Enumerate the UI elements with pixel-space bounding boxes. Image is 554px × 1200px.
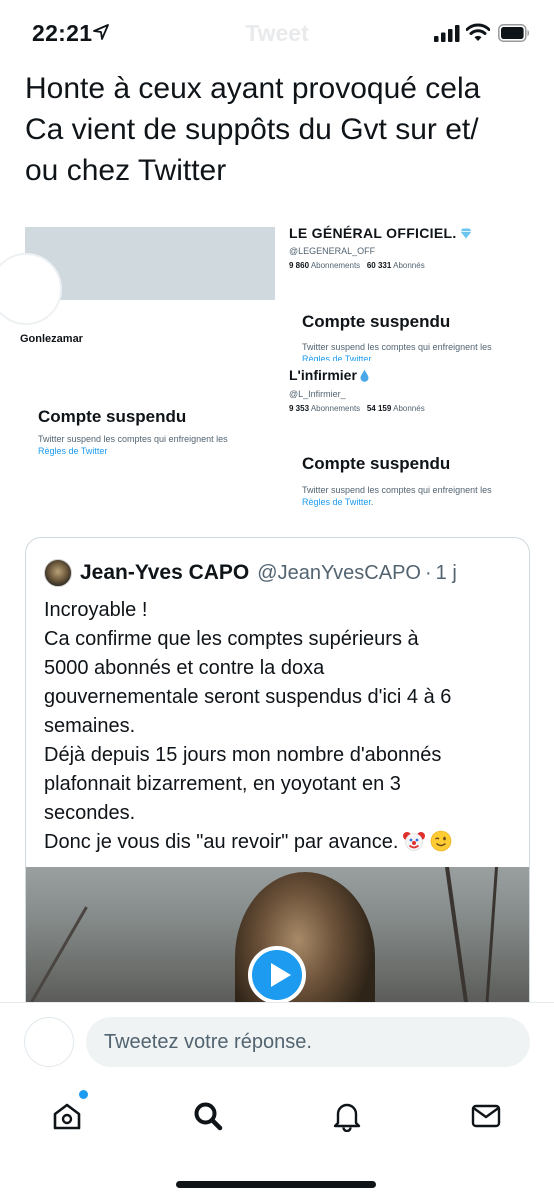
suspended-end-3: .	[370, 497, 374, 507]
winking-face-icon	[431, 830, 452, 852]
quote-line: Déjà depuis 15 jours mon nombre d'abonné…	[44, 744, 442, 766]
suspended-end-1: .	[370, 354, 374, 361]
clown-face-icon	[403, 832, 426, 851]
quote-line: plafonnait bizarrement, en yoyotant en 3	[44, 773, 401, 795]
general-name-text: LE GÉNÉRAL OFFICIEL.	[289, 225, 457, 241]
home-notification-dot	[79, 1090, 88, 1099]
collage-left-handle: Gonlezamar	[20, 333, 83, 345]
droplet-icon	[360, 369, 369, 382]
infirmier-following-count: 9 353	[289, 404, 310, 413]
infirmier-following-label: Abonnements	[310, 404, 361, 413]
play-icon[interactable]	[248, 946, 306, 1004]
general-followers-label: Abonnés	[393, 261, 425, 270]
bottom-tab-bar	[0, 1082, 554, 1200]
battery-icon	[498, 24, 529, 42]
quoted-author-handle[interactable]: @JeanYvesCAPO	[257, 562, 421, 585]
suspended-text-2: Twitter suspend les comptes qui enfreign…	[38, 434, 228, 444]
infirmier-name-text: L'infirmier	[289, 367, 357, 383]
quoted-tweet-header: Jean-Yves CAPO @JeanYvesCAPO · 1 j	[44, 558, 457, 588]
my-avatar[interactable]	[24, 1017, 74, 1067]
quote-line: Ca confirme que les comptes supérieurs à	[44, 628, 419, 650]
suspended-body-2: Twitter suspend les comptes qui enfreign…	[38, 433, 258, 457]
suspended-text-3: Twitter suspend les comptes qui enfreign…	[302, 485, 492, 495]
home-icon	[53, 1103, 81, 1130]
quoted-author-name[interactable]: Jean-Yves CAPO	[80, 561, 249, 585]
quoted-tweet-text: Incroyable ! Ca confirme que les comptes…	[44, 596, 516, 857]
twitter-rules-link-1: Règles de Twitter	[302, 354, 371, 361]
profile-banner	[25, 227, 275, 300]
twitter-rules-link-3: Règles de Twitter	[302, 497, 371, 507]
quote-last-line: Donc je vous dis "au revoir" par avance.	[44, 828, 516, 857]
messages-envelope-icon	[471, 1104, 501, 1128]
header-separator: ·	[424, 561, 432, 584]
infirmier-followers-count: 54 159	[366, 404, 392, 413]
tab-messages[interactable]	[466, 1096, 506, 1136]
notifications-bell-icon	[333, 1103, 361, 1133]
tweet-text: Honte à ceux ayant provoqué cela Ca vien…	[25, 72, 481, 187]
quote-line: 5000 abonnés et contre la doxa	[44, 657, 325, 679]
infirmier-followers-label: Abonnés	[393, 404, 425, 413]
infirmier-stats: 9 353 Abonnements 54 159 Abonnés	[289, 404, 425, 413]
home-indicator	[176, 1181, 376, 1188]
suspended-title-3: Compte suspendu	[302, 454, 451, 473]
general-stats: 9 860 Abonnements 60 331 Abonnés	[289, 261, 425, 270]
quote-line: gouvernementale seront suspendus d'ici 4…	[44, 686, 452, 708]
general-followers-count: 60 331	[366, 261, 392, 270]
suspended-body-3: Twitter suspend les comptes qui enfreign…	[302, 484, 522, 507]
infirmier-profile-name: L'infirmier	[289, 367, 369, 383]
tab-home[interactable]	[47, 1096, 87, 1136]
gem-icon	[460, 228, 472, 239]
tab-search[interactable]	[188, 1096, 228, 1136]
cellular-signal-icon	[434, 25, 460, 42]
search-icon	[194, 1102, 223, 1131]
quote-line-text: Donc je vous dis "au revoir" par avance.	[44, 831, 399, 853]
general-following-count: 9 860	[289, 261, 310, 270]
tweet-image-collage[interactable]: Gonlezamar LE GÉNÉRAL OFFICIEL. @LEGENER…	[0, 215, 554, 515]
general-following-label: Abonnements	[310, 261, 361, 270]
twitter-rules-link-2: Règles de Twitter	[38, 446, 108, 456]
quoted-tweet-time[interactable]: 1 j	[436, 562, 457, 585]
quoted-tweet-card[interactable]: Jean-Yves CAPO @JeanYvesCAPO · 1 j Incro…	[25, 537, 530, 1037]
infirmier-handle: @L_Infirmier_	[289, 389, 346, 399]
quote-line: secondes.	[44, 802, 136, 824]
play-triangle	[271, 963, 291, 987]
user-avatar[interactable]	[44, 559, 72, 587]
reply-input[interactable]	[86, 1017, 530, 1067]
quote-line: semaines.	[44, 715, 136, 737]
suspended-body-1: Twitter suspend les comptes qui enfreign…	[302, 341, 522, 361]
wifi-icon	[466, 23, 490, 41]
status-bar: 22:21 Tweet	[0, 0, 554, 68]
reply-bar	[0, 1002, 554, 1082]
general-profile-name: LE GÉNÉRAL OFFICIEL.	[289, 225, 472, 241]
suspended-text-1: Twitter suspend les comptes qui enfreign…	[302, 342, 492, 352]
suspended-title-1: Compte suspendu	[302, 312, 451, 331]
quote-line: Incroyable !	[44, 599, 148, 621]
general-handle: @LEGENERAL_OFF	[289, 246, 376, 256]
tab-notifications[interactable]	[327, 1096, 367, 1136]
suspended-title-2: Compte suspendu	[38, 407, 187, 426]
